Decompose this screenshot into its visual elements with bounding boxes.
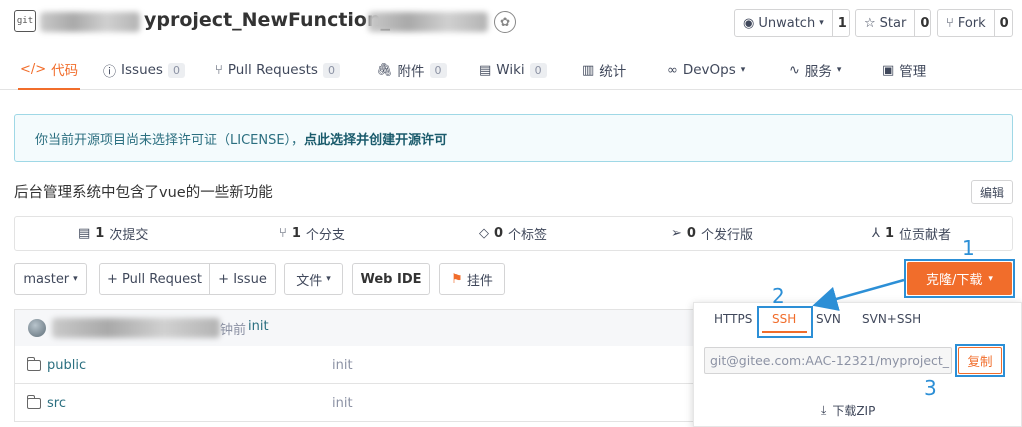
- annotation-arrow: [812, 278, 905, 311]
